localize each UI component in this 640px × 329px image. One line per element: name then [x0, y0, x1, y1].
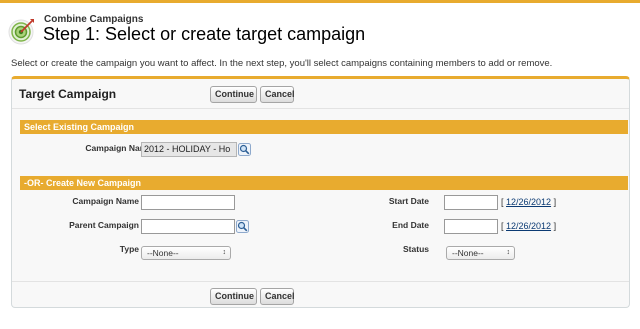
cancel-button-bottom[interactable]: Cancel: [260, 288, 295, 305]
target-campaign-panel: Target Campaign Continue Cancel Select E…: [11, 76, 630, 308]
existing-campaign-name-field[interactable]: 2012 - HOLIDAY - Ho: [141, 142, 237, 157]
header-divider: [12, 108, 629, 109]
type-label: Type: [119, 244, 139, 254]
end-date-label: End Date: [392, 220, 429, 230]
start-date-input[interactable]: [444, 195, 498, 210]
start-date-label: Start Date: [388, 196, 429, 206]
section-create-new: -OR- Create New Campaign: [20, 176, 628, 190]
existing-campaign-name-label: Campaign Name: [85, 143, 152, 153]
end-date-today-link[interactable]: [ 12/26/2012 ]: [501, 221, 556, 231]
end-date-input[interactable]: [444, 219, 498, 234]
lookup-magnifier-icon[interactable]: [236, 220, 249, 233]
top-accent-bar: [0, 0, 640, 3]
page-title: Step 1: Select or create target campaign: [43, 24, 366, 44]
continue-button-bottom[interactable]: Continue: [210, 288, 257, 305]
footer-divider: [12, 281, 629, 282]
end-date-link-text[interactable]: 12/26/2012: [506, 221, 551, 231]
dropdown-arrow-icon: ↕: [506, 249, 511, 256]
panel-title: Target Campaign: [19, 87, 117, 101]
continue-button-top[interactable]: Continue: [210, 86, 257, 103]
status-select[interactable]: --None-- ↕: [446, 246, 515, 260]
new-campaign-name-input[interactable]: [141, 195, 235, 210]
lookup-magnifier-icon[interactable]: [238, 143, 251, 156]
section-select-existing: Select Existing Campaign: [20, 120, 628, 134]
dropdown-arrow-icon: ↕: [222, 249, 227, 256]
new-campaign-name-label: Campaign Name: [72, 196, 139, 206]
page-instructions: Select or create the campaign you want t…: [11, 58, 553, 69]
status-select-value: --None--: [452, 248, 484, 258]
cancel-button-top[interactable]: Cancel: [260, 86, 295, 103]
start-date-link-text[interactable]: 12/26/2012: [506, 197, 551, 207]
type-select-value: --None--: [147, 248, 179, 258]
type-select[interactable]: --None-- ↕: [141, 246, 231, 260]
campaign-target-icon: [8, 19, 34, 45]
parent-campaign-label: Parent Campaign: [69, 220, 139, 230]
status-label: Status: [403, 244, 429, 254]
parent-campaign-input[interactable]: [141, 219, 235, 234]
start-date-today-link[interactable]: [ 12/26/2012 ]: [501, 197, 556, 207]
